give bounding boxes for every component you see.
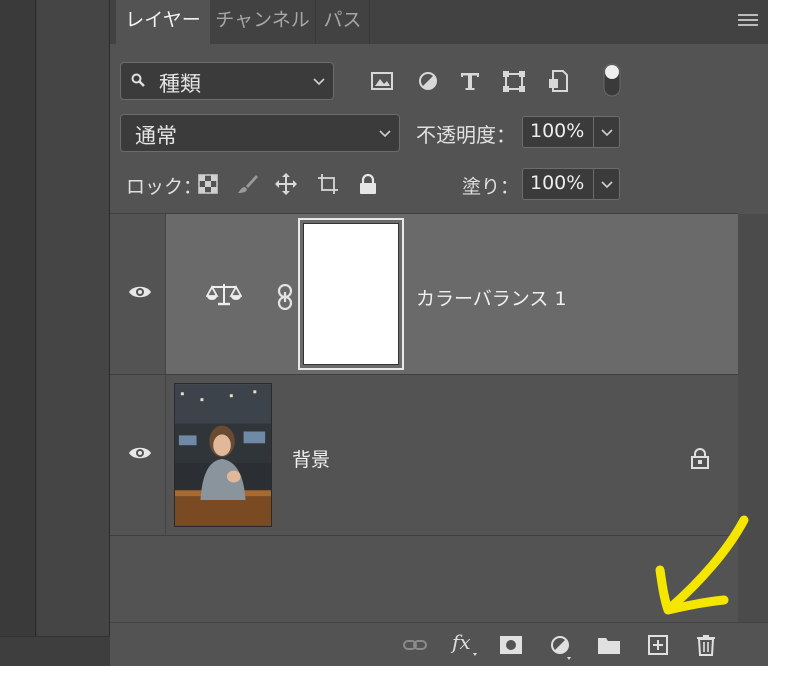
layers-panel: レイヤー チャンネル パス 種類 通常 不透明度： 100% ロック： 塗り： … [110,0,768,666]
link-icon[interactable] [276,284,294,310]
link-layers-icon[interactable] [402,633,428,657]
blend-mode-select[interactable]: 通常 [120,114,400,152]
filter-label: 種類 [159,72,201,96]
left-dock [0,0,110,666]
layer-thumbnail-photo[interactable] [174,383,272,527]
divider [110,535,738,536]
shape-filter-icon[interactable] [500,66,528,96]
eye-icon[interactable] [128,445,152,461]
chevron-down-icon [601,181,613,189]
adjustment-filter-icon[interactable] [414,66,442,96]
adjustment-layer-icon[interactable] [548,633,574,663]
chevron-down-icon [601,129,613,137]
visibility-cell[interactable] [110,375,166,535]
color-balance-icon [206,284,242,306]
panel-tab-bar: レイヤー チャンネル パス [110,0,768,44]
filter-toggle-icon[interactable] [600,62,624,98]
new-layer-icon[interactable] [646,633,672,657]
lock-label: ロック： [126,176,203,198]
add-mask-icon[interactable] [498,633,524,657]
dock-footer [0,636,110,666]
folder-icon[interactable] [596,633,622,657]
visibility-cell[interactable] [110,214,166,374]
opacity-value[interactable]: 100% [530,120,584,142]
layer-name[interactable]: 背景 [292,445,330,472]
dock-column [0,0,36,666]
opacity-dropdown[interactable] [593,117,619,147]
layer-name[interactable]: カラーバランス 1 [416,284,567,311]
search-icon [131,73,145,87]
tab-paths[interactable]: パス [316,0,370,44]
layer-mask-thumbnail[interactable] [298,218,404,370]
layer-filter-select[interactable]: 種類 [120,62,334,100]
lock-position-icon[interactable] [274,172,298,196]
svg-text:fx: fx [450,630,471,654]
panel-menu-icon[interactable] [738,14,758,28]
fill-label: 塗り： [462,176,520,198]
fill-dropdown[interactable] [593,169,619,199]
blend-mode-label: 通常 [135,124,177,148]
layer-row-background[interactable]: 背景 [110,375,738,535]
layer-row-color-balance[interactable]: カラーバランス 1 [110,214,738,374]
fx-icon[interactable]: fx [450,629,480,659]
fill-field[interactable]: 100% [522,168,620,200]
eye-icon[interactable] [128,284,152,300]
type-filter-icon[interactable] [456,66,484,96]
lock-icon [691,448,709,469]
trash-icon[interactable] [694,633,720,657]
opacity-label: 不透明度： [416,123,516,147]
opacity-field[interactable]: 100% [522,116,620,148]
lock-artboard-icon[interactable] [316,172,340,196]
lock-all-icon[interactable] [356,172,380,196]
tab-layers[interactable]: レイヤー [116,0,210,44]
dock-column [37,0,110,666]
lock-image-pixels-icon[interactable] [236,172,260,196]
image-filter-icon[interactable] [368,66,396,96]
panel-bottom-bar: fx [110,622,768,666]
lock-transparent-pixels-icon[interactable] [196,172,220,196]
annotation-arrow-icon [655,515,749,615]
tab-channels[interactable]: チャンネル [210,0,316,44]
chevron-down-icon [313,78,325,86]
fill-value[interactable]: 100% [530,172,584,194]
chevron-down-icon [379,130,391,138]
smart-object-filter-icon[interactable] [544,66,572,96]
